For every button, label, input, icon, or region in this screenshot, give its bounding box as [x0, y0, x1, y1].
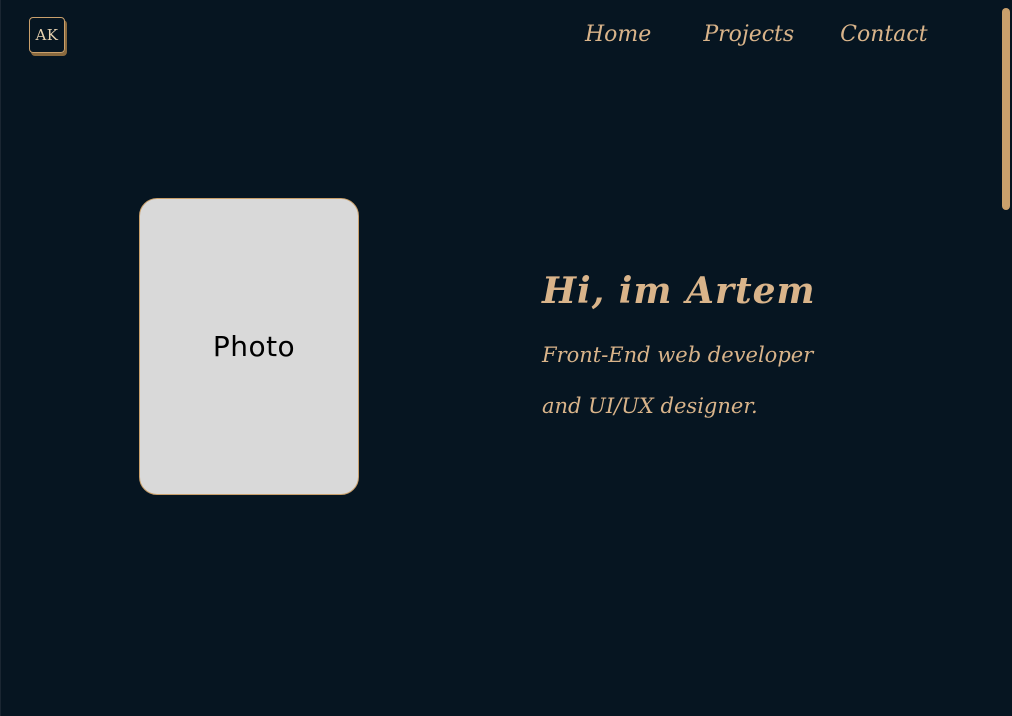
logo-badge[interactable]: AK [29, 17, 65, 53]
hero-subtitle-line1: Front-End web developer [542, 343, 814, 367]
nav-link-projects[interactable]: Projects [703, 18, 794, 52]
photo-placeholder-label: Photo [212, 330, 296, 363]
logo-text: AK [35, 26, 59, 44]
vertical-scrollbar[interactable] [1000, 0, 1012, 716]
scrollbar-thumb[interactable] [1002, 8, 1010, 210]
profile-photo-placeholder: Photo [139, 198, 359, 495]
nav-link-home[interactable]: Home [585, 18, 651, 52]
hero-title: Hi, im Artem [542, 270, 816, 312]
nav-link-contact[interactable]: Contact [840, 18, 927, 52]
page: AK Home Projects Contact Photo Hi, im Ar… [0, 0, 1012, 716]
main-nav: Home Projects Contact [585, 18, 928, 52]
hero-subtitle-line2: and UI/UX designer. [542, 394, 758, 418]
